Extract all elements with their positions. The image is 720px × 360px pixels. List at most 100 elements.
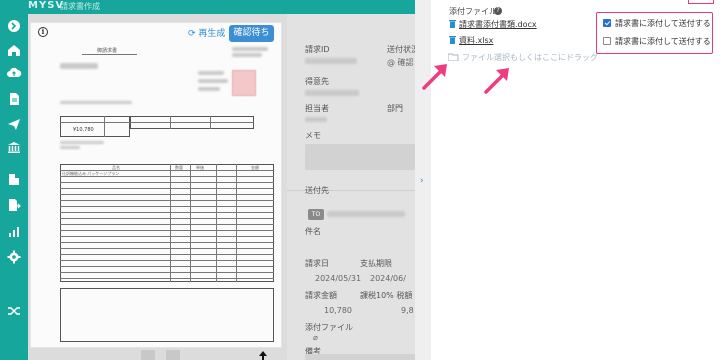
table-row-line — [60, 206, 274, 207]
invoice-detail-panel: 請求ID 送付状況 @ 確認 得意先 担当者 部門 メモ 送付先 TO 件名 請… — [287, 14, 419, 360]
blurred-text — [198, 71, 224, 75]
totals-table — [60, 116, 130, 137]
table-row-line — [60, 230, 274, 231]
confirm-status-button[interactable]: 確認待ち — [229, 25, 274, 42]
blurred-text — [60, 63, 98, 69]
blurred-text — [232, 47, 268, 51]
prev-page-button[interactable] — [141, 350, 155, 360]
arrow-right-circle-icon[interactable] — [6, 18, 22, 34]
department-label: 部門 — [387, 104, 403, 113]
blurred-text — [305, 117, 327, 122]
send-with-invoice-option[interactable]: 請求書に添付して送付する — [603, 36, 711, 47]
tax-value: 9,8 — [401, 306, 414, 315]
recipient-label: 得意先 — [305, 77, 329, 86]
app-brand: MYSV — [28, 0, 65, 11]
top-bar: MYSV 請求書作成 — [0, 0, 415, 14]
drawer-toggle[interactable]: › — [415, 0, 431, 360]
tax-label: 課税10% 税額 — [360, 291, 413, 300]
invoice-date-value: 2024/05/31 — [315, 274, 362, 283]
send-with-invoice-option[interactable]: 請求書に添付して送付する — [603, 18, 711, 29]
divider — [82, 54, 137, 55]
send-with-invoice-checkbox[interactable] — [603, 19, 611, 27]
due-date-value: 2024/06/ — [370, 274, 406, 283]
remarks-field[interactable] — [305, 354, 415, 360]
blurred-text — [60, 141, 104, 144]
table-line — [60, 122, 130, 123]
table-row-line — [60, 200, 274, 201]
table-row-line — [60, 170, 274, 171]
next-page-button[interactable] — [166, 350, 180, 360]
person-label: 担当者 — [305, 104, 329, 113]
send-status-value: @ 確認 — [387, 58, 414, 67]
app-brand-subtitle: 請求書作成 — [60, 2, 100, 11]
memo-field[interactable] — [305, 144, 415, 170]
table-line — [130, 122, 254, 123]
highlight-marker — [688, 0, 714, 4]
chart-icon[interactable] — [6, 224, 22, 240]
table-row-line — [60, 242, 274, 243]
home-icon[interactable] — [6, 42, 22, 58]
blurred-text — [327, 211, 405, 217]
annotation-arrow — [422, 64, 447, 90]
attachment-file-link[interactable]: 資料.xlsx — [459, 36, 493, 45]
cloud-upload-icon[interactable] — [6, 65, 22, 81]
table-row-line — [60, 272, 274, 273]
send-to-label: 送付先 — [305, 186, 329, 195]
table-row-line — [60, 182, 274, 183]
to-badge: TO — [308, 209, 324, 220]
due-date-label: 支払期限 — [360, 259, 392, 268]
table-row-line — [60, 218, 274, 219]
table-row-line — [60, 212, 274, 213]
gear-icon[interactable] — [6, 249, 22, 265]
table-row-line — [60, 260, 274, 261]
blurred-text — [198, 87, 220, 91]
blurred-text — [60, 146, 80, 149]
table-row-line — [60, 176, 274, 177]
file-export-icon[interactable] — [6, 197, 22, 213]
table-row-line — [60, 194, 274, 195]
table-row-line — [60, 224, 274, 225]
blurred-text — [60, 101, 132, 104]
attachment-label: 添付ファイル — [305, 323, 353, 332]
memo-label: メモ — [305, 131, 321, 140]
blurred-text — [305, 58, 357, 64]
document-icon[interactable] — [6, 91, 22, 107]
remarks-box — [60, 288, 274, 342]
table-row-line — [60, 236, 274, 237]
blurred-text — [305, 90, 359, 96]
table-row-line — [60, 188, 274, 189]
amount-value: 10,780 — [324, 306, 352, 315]
paper-plane-icon[interactable] — [6, 116, 22, 132]
amount-label: 請求金額 — [305, 291, 337, 300]
attachment-file-link[interactable]: 請求書添付書類.docx — [459, 20, 537, 29]
send-with-invoice-checkbox[interactable] — [603, 37, 611, 45]
regenerate-button[interactable]: ⟳ 再生成 — [188, 26, 225, 39]
subject-label: 件名 — [305, 227, 321, 236]
table-row-line — [60, 266, 274, 267]
shuffle-icon[interactable] — [6, 303, 22, 319]
trash-icon[interactable] — [449, 19, 456, 28]
help-icon[interactable]: ? — [494, 7, 502, 15]
info-icon[interactable]: i — [38, 27, 48, 37]
arrow-up-icon[interactable] — [259, 351, 267, 360]
building-icon[interactable] — [6, 171, 22, 187]
refresh-icon: ⟳ — [188, 29, 199, 39]
table-row-line — [60, 254, 274, 255]
bank-icon[interactable] — [6, 139, 22, 155]
invoice-date-label: 請求日 — [305, 259, 329, 268]
blurred-text — [198, 79, 228, 83]
company-stamp — [232, 70, 256, 96]
attachment-file-row: 請求書添付書類.docx — [449, 19, 537, 30]
trash-icon[interactable] — [449, 35, 456, 44]
blurred-text — [232, 53, 262, 57]
invoice-title: 御請求書 — [97, 48, 118, 54]
file-dropzone[interactable]: ファイル選択もしくはここにドラッグ — [448, 52, 598, 63]
chevron-right-icon[interactable]: › — [420, 176, 424, 186]
table-line — [104, 116, 105, 137]
annotation-arrow — [484, 68, 509, 94]
table-row-line — [60, 248, 274, 249]
attachment-file-row: 資料.xlsx — [449, 35, 493, 46]
paperclip-icon[interactable]: ⌀ — [313, 333, 318, 342]
total-amount: ¥10,780 — [73, 127, 94, 133]
table-row-line — [60, 278, 274, 279]
